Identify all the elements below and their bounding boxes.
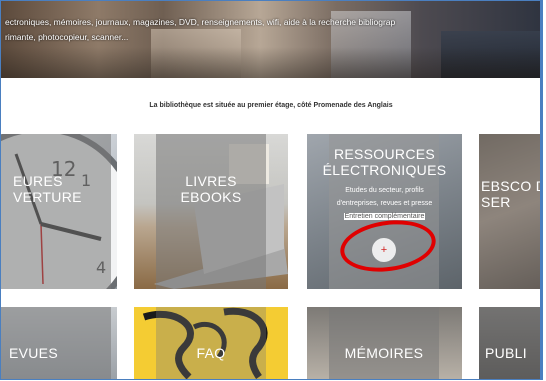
tile-label: FAQ <box>196 345 226 361</box>
tile-faq[interactable]: FAQ <box>134 307 288 379</box>
tile-label: EURES VERTURE <box>13 173 82 205</box>
tile-label: EVUES <box>9 345 58 361</box>
banner-line-1: ectroniques, mémoires, journaux, magazin… <box>5 17 396 27</box>
desc-line-3: Entretien complémentaire <box>343 213 426 220</box>
tile-revues[interactable]: EVUES <box>1 307 117 379</box>
desc-line-2: d'entreprises, revues et presse <box>336 200 433 207</box>
banner-text: ectroniques, mémoires, journaux, magazin… <box>5 15 525 45</box>
page-frame: ectroniques, mémoires, journaux, magazin… <box>0 0 543 380</box>
tile-memoires[interactable]: MÉMOIRES <box>307 307 462 379</box>
tile-horaires[interactable]: 12 1 4 EURES VERTURE <box>1 134 117 289</box>
tile-label: LIVRES EBOOKS <box>180 173 242 205</box>
tile-publications[interactable]: PUBLI <box>479 307 540 379</box>
desc-line-1: Etudes du secteur, profils <box>345 187 424 194</box>
tile-ebsco[interactable]: EBSCO D SER <box>479 134 540 289</box>
tile-label: PUBLI <box>485 345 527 361</box>
tile-label: RESSOURCES ÉLECTRONIQUES <box>322 146 447 178</box>
tile-livres-ebooks[interactable]: LIVRES EBOOKS <box>134 134 288 289</box>
banner-image: ectroniques, mémoires, journaux, magazin… <box>1 1 540 78</box>
tile-label: MÉMOIRES <box>344 345 424 361</box>
ressources-description: Etudes du secteur, profils d'entreprises… <box>307 184 462 223</box>
tile-label: EBSCO D SER <box>481 178 540 210</box>
banner-line-2: rimante, photocopieur, scanner... <box>5 32 129 42</box>
location-text: La bibliothèque est située au premier ét… <box>149 102 393 109</box>
